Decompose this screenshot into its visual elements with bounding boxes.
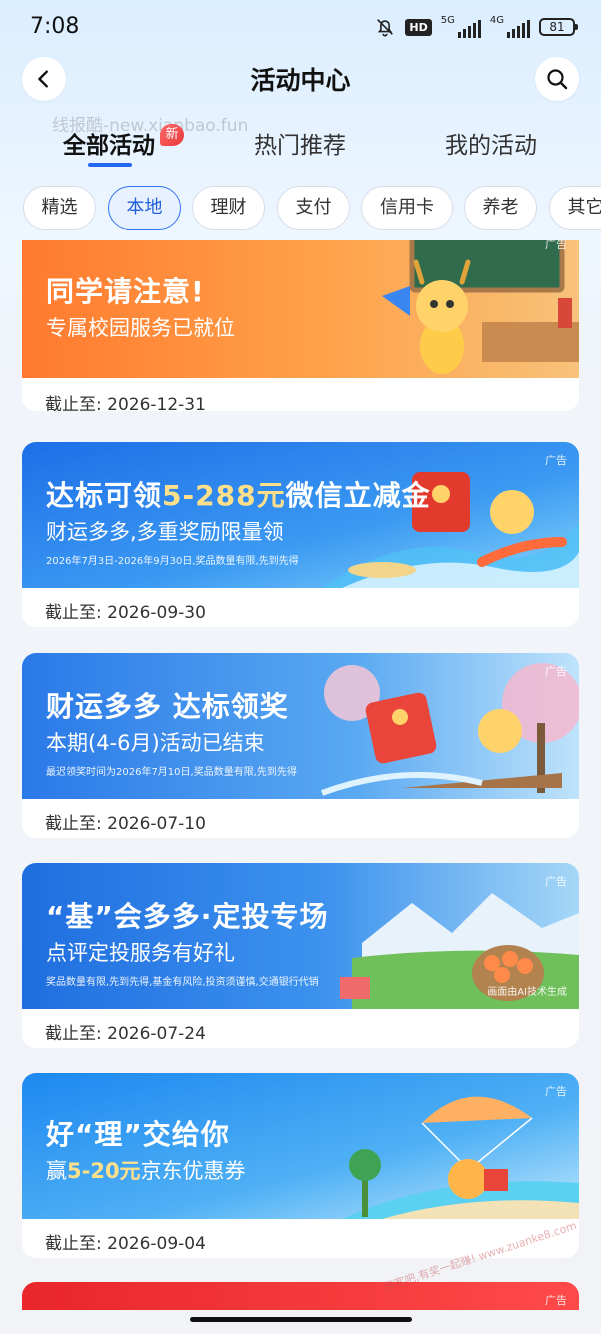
activity-card-red[interactable]: 广告 (22, 1282, 579, 1310)
tab-all-activities[interactable]: 全部活动 (63, 126, 155, 160)
banner-art (22, 1282, 579, 1310)
banner-subtitle: 赢5-20元京东优惠券 (46, 1155, 246, 1185)
banner-title: 好“理”交给你 (46, 1118, 230, 1151)
hd-badge: HD (405, 18, 432, 36)
active-tab-indicator (88, 163, 132, 167)
banner-small-print: 奖品数量有限,先到先得,基金有风险,投资须谨慎,交通银行代销 (46, 977, 319, 988)
activity-card-campus[interactable]: 广告 同学请注意! 专属校园服务已就位 截止至: 2026-12-31 (22, 240, 579, 411)
status-time: 7:08 (30, 14, 80, 39)
banner-title: 同学请注意! (46, 275, 205, 308)
page-title: 活动中心 (250, 66, 351, 95)
banner-subtitle-post: 京东优惠券 (140, 1159, 246, 1183)
banner-title: 达标可领5-288元微信立减金 (46, 474, 431, 514)
search-icon (547, 69, 568, 90)
banner-fund[interactable]: 广告 “基”会多多·定投专场 点评定投服务有好礼 奖品数量有限,先到先得,基金有… (22, 863, 579, 1009)
network-4g-label: 4G (489, 15, 504, 26)
home-indicator[interactable] (190, 1317, 412, 1322)
banner-small-print: 2026年7月3日-2026年9月30日,奖品数量有限,先到先得 (46, 556, 299, 567)
banner-wechat-coupon[interactable]: 广告 达标可领5-288元微信立减金 财运多多,多重奖励限量领 2026年7月3… (22, 442, 579, 588)
signal-icon: 5G (441, 16, 481, 38)
chip-other[interactable]: 其它 (549, 186, 601, 230)
bell-off-icon (377, 19, 394, 37)
status-icons: HD 5G 4G 81 (374, 16, 578, 38)
tab-hot-recommend[interactable]: 热门推荐 (254, 126, 346, 160)
chip-featured[interactable]: 精选 (23, 186, 96, 230)
activity-card-jd-coupon[interactable]: 广告 好“理”交给你 赢5-20元京东优惠券 截止至: 2026-09-04 (22, 1073, 579, 1258)
activity-card-wechat-coupon[interactable]: 广告 达标可领5-288元微信立减金 财运多多,多重奖励限量领 2026年7月3… (22, 442, 579, 627)
tab-my-activities[interactable]: 我的活动 (445, 126, 537, 160)
banner-small-print: 最迟领奖时间为2026年7月10日,奖品数量有限,先到先得 (46, 767, 297, 778)
chip-payment[interactable]: 支付 (277, 186, 350, 230)
banner-subtitle: 点评定投服务有好礼 (46, 941, 235, 965)
deadline-text: 截止至: 2026-12-31 (45, 395, 206, 411)
banner-subtitle: 本期(4-6月)活动已结束 (46, 731, 265, 755)
banner-subtitle-highlight: 5-20元 (67, 1159, 141, 1183)
banner-title: 财运多多 达标领奖 (46, 690, 289, 723)
activity-card-fund[interactable]: 广告 “基”会多多·定投专场 点评定投服务有好礼 奖品数量有限,先到先得,基金有… (22, 863, 579, 1048)
deadline-text: 截止至: 2026-09-04 (45, 1234, 206, 1254)
banner-caiyun[interactable]: 广告 财运多多 达标领奖 本期(4-6月)活动已结束 最迟领奖时间为2026年7… (22, 653, 579, 799)
ad-tag: 广告 (545, 875, 567, 888)
ad-tag: 广告 (545, 1085, 567, 1098)
search-button[interactable] (535, 57, 579, 101)
banner-title-pre: 达标可领 (46, 479, 163, 512)
ad-tag: 广告 (545, 665, 567, 678)
deadline-text: 截止至: 2026-07-10 (45, 814, 206, 834)
chip-pension[interactable]: 养老 (464, 186, 537, 230)
activity-card-caiyun[interactable]: 广告 财运多多 达标领奖 本期(4-6月)活动已结束 最迟领奖时间为2026年7… (22, 653, 579, 838)
chip-wealth[interactable]: 理财 (192, 186, 265, 230)
deadline-text: 截止至: 2026-07-24 (45, 1024, 206, 1044)
banner-jd-coupon[interactable]: 广告 好“理”交给你 赢5-20元京东优惠券 (22, 1073, 579, 1219)
ad-tag: 广告 (545, 1294, 567, 1307)
status-bar: 7:08 HD 5G 4G 81 (0, 0, 601, 56)
ad-tag: 广告 (545, 240, 567, 251)
ad-tag: 广告 (545, 454, 567, 467)
battery-icon: 81 (539, 18, 578, 36)
ai-generated-note: 画面由AI技术生成 (487, 987, 567, 998)
banner-title-highlight: 5-288元 (162, 479, 286, 512)
signal-icon-2: 4G (490, 16, 530, 38)
category-chips: 精选 本地 理财 支付 信用卡 养老 其它 (0, 186, 601, 232)
banner-subtitle: 财运多多,多重奖励限量领 (46, 520, 284, 544)
chip-local[interactable]: 本地 (108, 186, 181, 230)
banner-red[interactable]: 广告 (22, 1282, 579, 1310)
banner-campus[interactable]: 广告 同学请注意! 专属校园服务已就位 (22, 240, 579, 378)
chip-credit-card[interactable]: 信用卡 (361, 186, 453, 230)
activity-list: 广告 同学请注意! 专属校园服务已就位 截止至: 2026-12-31 广告 达… (0, 240, 601, 1310)
banner-title-post: 微信立减金 (285, 479, 431, 512)
deadline-text: 截止至: 2026-09-30 (45, 603, 206, 623)
banner-title: “基”会多多·定投专场 (46, 900, 329, 933)
battery-level: 81 (549, 20, 565, 34)
banner-subtitle: 专属校园服务已就位 (46, 316, 235, 340)
banner-subtitle-pre: 赢 (46, 1159, 67, 1183)
new-badge: 新 (160, 124, 184, 146)
network-5g-label: 5G (440, 15, 455, 26)
